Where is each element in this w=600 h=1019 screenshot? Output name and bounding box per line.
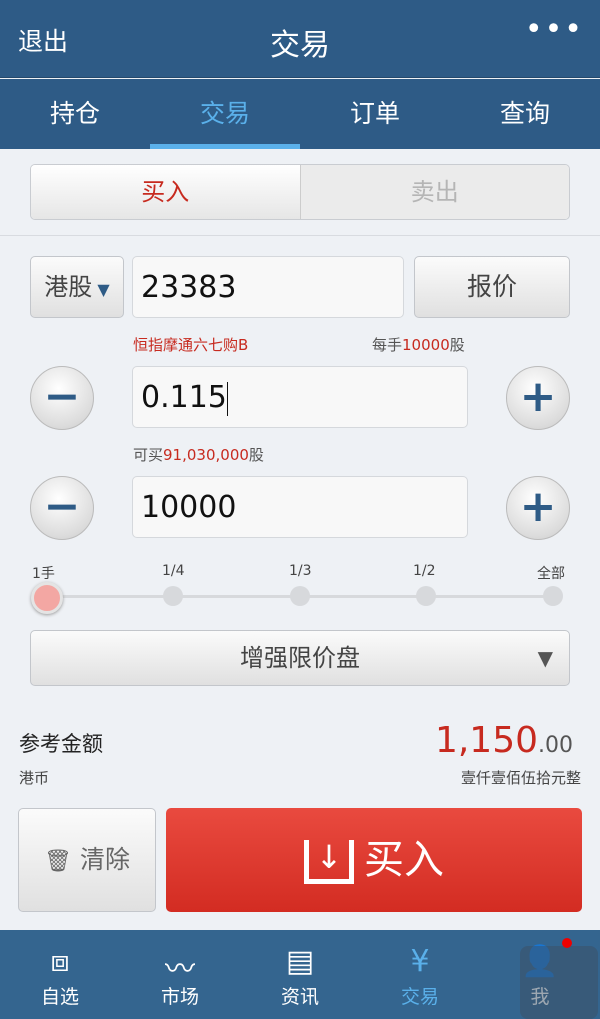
watchlist-icon: ⧈ [50, 944, 70, 979]
divider [0, 235, 600, 236]
download-icon: ↓ [304, 840, 354, 884]
buyable-suffix: 股 [248, 446, 264, 464]
market-label: 港股 [44, 273, 93, 301]
sell-tab[interactable]: 卖出 [300, 165, 569, 219]
nav-label: 自选 [40, 986, 79, 1008]
buyable-value: 91,030,000 [163, 446, 249, 464]
quote-button[interactable]: 报价 [414, 256, 570, 318]
slider-tick: 1/2 [413, 563, 436, 579]
buyable-quantity: 可买91,030,000股 [133, 444, 264, 465]
nav-label: 资讯 [280, 986, 319, 1008]
slider-stop[interactable] [163, 586, 183, 606]
slider-stop[interactable] [290, 586, 310, 606]
stock-name: 恒指摩通六七购B [133, 336, 249, 354]
money-bag-icon: ¥ [410, 944, 430, 979]
buy-label: 买入 [364, 837, 444, 883]
amount-label: 参考金额 [19, 732, 103, 756]
amount-words: 壹仟壹佰伍拾元整 [460, 769, 581, 787]
quantity-increase-button[interactable]: + [506, 476, 570, 540]
buy-sell-toggle: 买入 卖出 [30, 164, 570, 220]
lot-suffix: 股 [449, 336, 465, 354]
more-icon[interactable]: ••• [525, 12, 584, 47]
trash-icon: 🗑 [44, 849, 72, 874]
header: 退出 交易 ••• [0, 0, 600, 78]
slider-handle[interactable] [31, 582, 63, 614]
caret-down-icon: ▼ [92, 280, 110, 299]
currency: 港币 [19, 769, 50, 787]
amount-decimal: .00 [538, 733, 573, 758]
slider-tick: 1/3 [289, 563, 312, 579]
market-chart-icon: 〰 [165, 952, 195, 987]
quantity-decrease-button[interactable]: − [30, 476, 94, 540]
nav-trade[interactable]: ¥ 交易 [360, 930, 480, 1019]
clear-label: 清除 [79, 845, 130, 874]
amount-value: 1,150.00 [435, 720, 573, 761]
slider-tick: 1/4 [162, 563, 185, 579]
market-select[interactable]: 港股 ▼ [30, 256, 124, 318]
nav-market[interactable]: 〰市场 [120, 930, 240, 1019]
floating-assistant[interactable] [520, 946, 598, 1019]
buyable-prefix: 可买 [133, 446, 164, 464]
text-cursor [226, 381, 228, 416]
caret-down-icon: ▼ [537, 646, 553, 670]
tab-trade[interactable]: 交易 [150, 79, 300, 149]
order-type-select[interactable]: 增强限价盘 ▼ [30, 630, 570, 686]
price-value: 0.115 [141, 380, 227, 415]
tab-positions[interactable]: 持仓 [0, 79, 150, 149]
clear-button[interactable]: 🗑 清除 [18, 808, 156, 912]
slider-stop[interactable] [543, 586, 563, 606]
buy-tab[interactable]: 买入 [31, 165, 301, 219]
notification-dot [562, 938, 572, 948]
news-icon: ▤ [285, 944, 315, 979]
tab-orders[interactable]: 订单 [300, 79, 450, 149]
page-title: 交易 [270, 28, 330, 63]
top-tabs: 持仓 交易 订单 查询 [0, 79, 600, 149]
stock-code-input[interactable]: 23383 [132, 256, 404, 318]
nav-label: 交易 [400, 986, 439, 1008]
quantity-input[interactable]: 10000 [132, 476, 468, 538]
tab-query[interactable]: 查询 [450, 79, 600, 149]
slider-tick: 1手 [32, 566, 55, 582]
price-increase-button[interactable]: + [506, 366, 570, 430]
bottom-nav: ⧈自选 〰市场 ▤资讯 ¥交易 👤我 [0, 930, 600, 1019]
amount-integer: 1,150 [434, 720, 538, 761]
slider-tick: 全部 [537, 566, 565, 582]
nav-watchlist[interactable]: ⧈ 自选 [0, 930, 120, 1019]
slider-stop[interactable] [416, 586, 436, 606]
price-decrease-button[interactable]: − [30, 366, 94, 430]
lot-prefix: 每手 [372, 336, 403, 354]
order-type-label: 增强限价盘 [240, 644, 360, 672]
lot-size: 每手10000股 [372, 334, 465, 355]
nav-news[interactable]: ▤ 资讯 [240, 930, 360, 1019]
lot-value: 10000 [402, 336, 450, 354]
nav-label: 市场 [160, 986, 199, 1008]
buy-button[interactable]: ↓ 买入 [166, 808, 582, 912]
price-input[interactable]: 0.115 [132, 366, 468, 428]
